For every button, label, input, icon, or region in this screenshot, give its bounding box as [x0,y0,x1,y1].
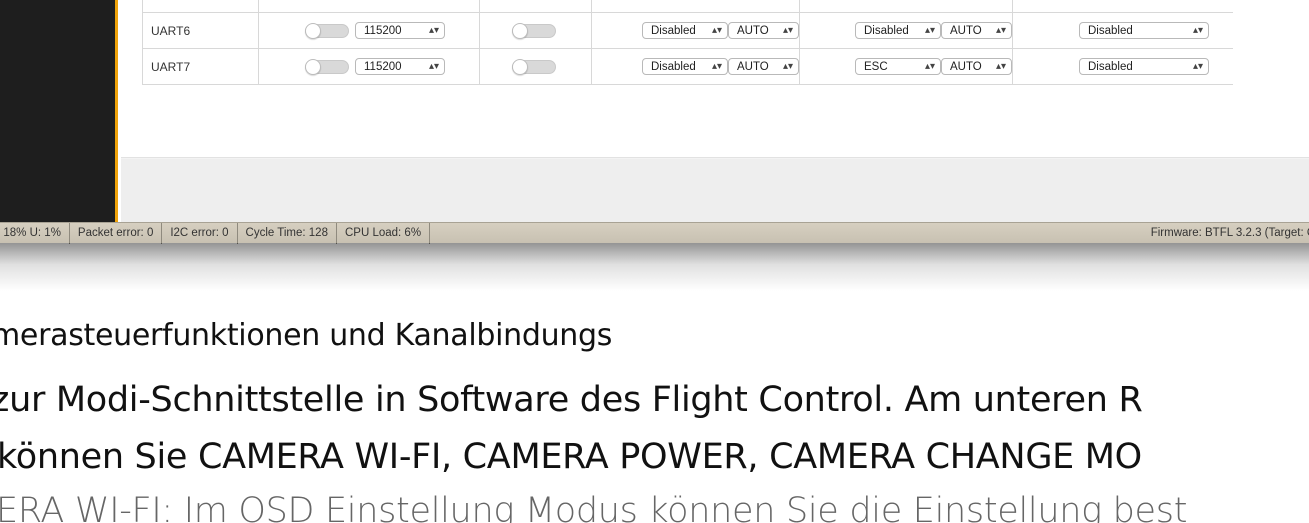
up-down-arrows-icon: ▴▾ [1192,61,1203,72]
up-down-arrows-icon: ▴▾ [428,25,439,36]
toggle-knob [305,22,321,39]
sensor-baud-value: AUTO [950,24,982,37]
toggle-knob [512,22,528,39]
up-down-arrows-icon: ▴▾ [711,25,722,36]
telemetry-baud-value: AUTO [737,24,769,37]
table-row [142,0,1233,13]
up-down-arrows-icon: ▴▾ [924,25,935,36]
cycle-time: Cycle Time: 128 [238,222,337,244]
packet-error: Packet error: 0 [70,222,163,244]
peripheral-select[interactable]: Disabled ▴▾ [1079,22,1209,39]
port-identifier: UART6 [142,12,259,49]
up-down-arrows-icon: ▴▾ [782,25,793,36]
status-bar: : 18% U: 1% Packet error: 0 I2C error: 0… [0,222,1309,244]
serial-rx-toggle[interactable] [512,22,556,39]
sensor-type-value: ESC [864,60,888,73]
telemetry-type-select[interactable]: Disabled ▴▾ [642,22,728,39]
ports-panel: UART6 115200 ▴▾ Disabled ▴▾ AUTO ▴▾ Disa… [121,0,1309,158]
telemetry-baud-value: AUTO [737,60,769,73]
sensor-baud-select[interactable]: AUTO ▴▾ [941,58,1012,75]
manual-text-line: zur Modi-Schnittstelle in Software des F… [0,380,1143,420]
up-down-arrows-icon: ▴▾ [924,61,935,72]
msp-baud-select[interactable]: 115200 ▴▾ [355,58,445,75]
telemetry-type-value: Disabled [651,24,696,37]
table-row: UART6 115200 ▴▾ Disabled ▴▾ AUTO ▴▾ Disa… [142,12,1233,49]
up-down-arrows-icon: ▴▾ [782,61,793,72]
sensor-type-value: Disabled [864,24,909,37]
up-down-arrows-icon: ▴▾ [995,25,1006,36]
configurator-screenshot: UART6 115200 ▴▾ Disabled ▴▾ AUTO ▴▾ Disa… [0,0,1309,235]
up-down-arrows-icon: ▴▾ [428,61,439,72]
serial-rx-toggle[interactable] [512,58,556,75]
telemetry-baud-select[interactable]: AUTO ▴▾ [728,22,799,39]
toggle-knob [512,58,528,75]
up-down-arrows-icon: ▴▾ [1192,25,1203,36]
main-content: UART6 115200 ▴▾ Disabled ▴▾ AUTO ▴▾ Disa… [121,0,1309,222]
firmware-info: Firmware: BTFL 3.2.3 (Target: OI [1150,227,1309,239]
sensor-baud-select[interactable]: AUTO ▴▾ [941,22,1012,39]
peripheral-select[interactable]: Disabled ▴▾ [1079,58,1209,75]
screenshot-shadow [0,243,1309,291]
telemetry-baud-select[interactable]: AUTO ▴▾ [728,58,799,75]
up-down-arrows-icon: ▴▾ [995,61,1006,72]
peripheral-value: Disabled [1088,24,1133,37]
msp-toggle[interactable] [305,22,349,39]
msp-toggle[interactable] [305,58,349,75]
sensor-baud-value: AUTO [950,60,982,73]
memory-usage: : 18% U: 1% [0,222,70,244]
msp-baud-select[interactable]: 115200 ▴▾ [355,22,445,39]
telemetry-type-select[interactable]: Disabled ▴▾ [642,58,728,75]
save-bar [121,159,1309,222]
manual-heading: merasteuerfunktionen und Kanalbindungs [0,318,613,353]
peripheral-value: Disabled [1088,60,1133,73]
port-identifier [142,0,259,13]
ports-table: UART6 115200 ▴▾ Disabled ▴▾ AUTO ▴▾ Disa… [142,0,1233,85]
sensor-type-select[interactable]: Disabled ▴▾ [855,22,941,39]
cpu-load: CPU Load: 6% [337,222,431,244]
toggle-knob [305,58,321,75]
port-identifier: UART7 [142,48,259,85]
manual-text-line: können Sie CAMERA WI-FI, CAMERA POWER, C… [0,437,1142,477]
telemetry-type-value: Disabled [651,60,696,73]
manual-text-line: ERA WI-FI: Im OSD Einstellung Modus könn… [0,491,1188,523]
up-down-arrows-icon: ▴▾ [711,61,722,72]
msp-baud-value: 115200 [364,60,402,73]
sensor-type-select[interactable]: ESC ▴▾ [855,58,941,75]
i2c-error: I2C error: 0 [162,222,238,244]
msp-baud-value: 115200 [364,24,402,37]
sidebar [0,0,118,222]
table-row: UART7 115200 ▴▾ Disabled ▴▾ AUTO ▴▾ ESC … [142,48,1233,85]
